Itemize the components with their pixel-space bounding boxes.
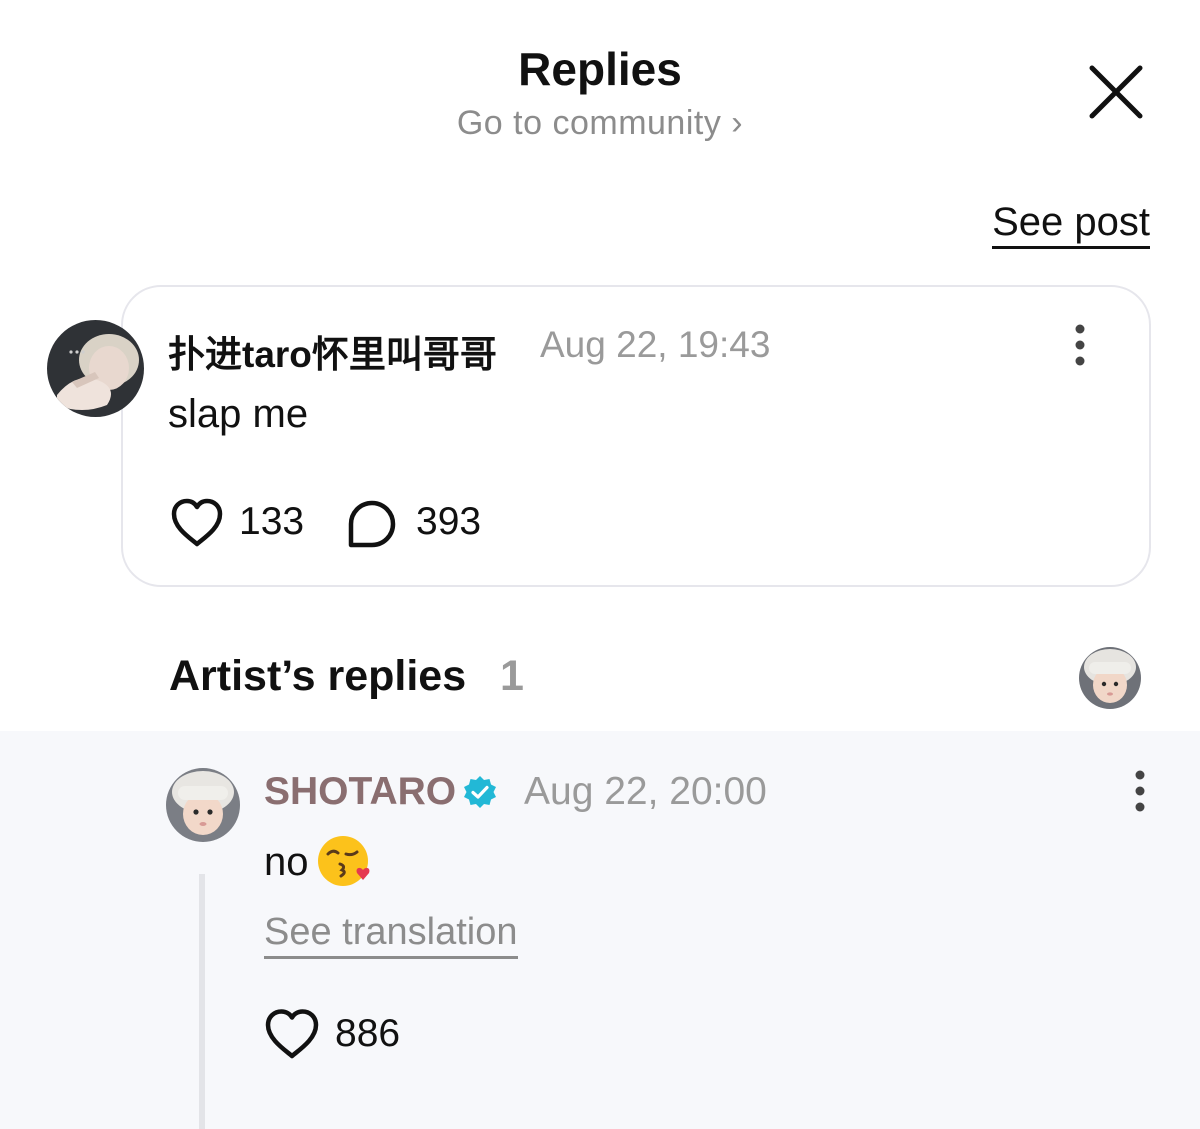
post-comment-button[interactable] [347, 499, 397, 549]
more-vertical-icon [1075, 324, 1085, 366]
reply-like-button[interactable] [264, 1008, 320, 1060]
see-post-link[interactable]: See post [992, 200, 1150, 249]
community-link-label: Go to community [456, 104, 722, 142]
post-author-avatar[interactable] [47, 320, 144, 417]
post-timestamp: Aug 22, 19:43 [540, 324, 771, 365]
post-more-button[interactable] [1066, 324, 1094, 366]
go-to-community-link[interactable]: Go to community › [0, 104, 1200, 143]
see-translation-link[interactable]: See translation [264, 910, 518, 959]
artist-replies-count: 1 [500, 652, 524, 700]
reply-timestamp: Aug 22, 20:00 [524, 770, 767, 813]
artist-username[interactable]: SHOTARO [264, 770, 456, 814]
reply-text: no [264, 840, 309, 884]
more-vertical-icon [1135, 770, 1145, 812]
post-comment-count: 393 [416, 500, 482, 543]
close-icon [1089, 65, 1143, 119]
chevron-right-icon: › [731, 104, 744, 142]
artist-replies-heading: Artist’s replies [169, 652, 467, 700]
thread-line [199, 874, 205, 1129]
kissing-face-emoji-icon [316, 834, 374, 888]
heart-icon [171, 498, 223, 547]
reply-like-count: 886 [335, 1012, 401, 1055]
post-like-button[interactable] [170, 498, 224, 548]
reply-more-button[interactable] [1126, 770, 1154, 812]
heart-icon [265, 1009, 319, 1059]
post-like-count: 133 [239, 500, 305, 543]
post-text: slap me [168, 392, 309, 436]
post-username[interactable]: 扑进taro怀里叫哥哥 [168, 324, 497, 378]
artist-avatar-small[interactable] [1079, 647, 1141, 709]
artist-avatar[interactable] [166, 768, 240, 842]
close-button[interactable] [1086, 62, 1146, 122]
comment-bubble-icon [348, 500, 396, 548]
page-title: Replies [518, 43, 682, 95]
verified-badge-icon [462, 774, 498, 810]
